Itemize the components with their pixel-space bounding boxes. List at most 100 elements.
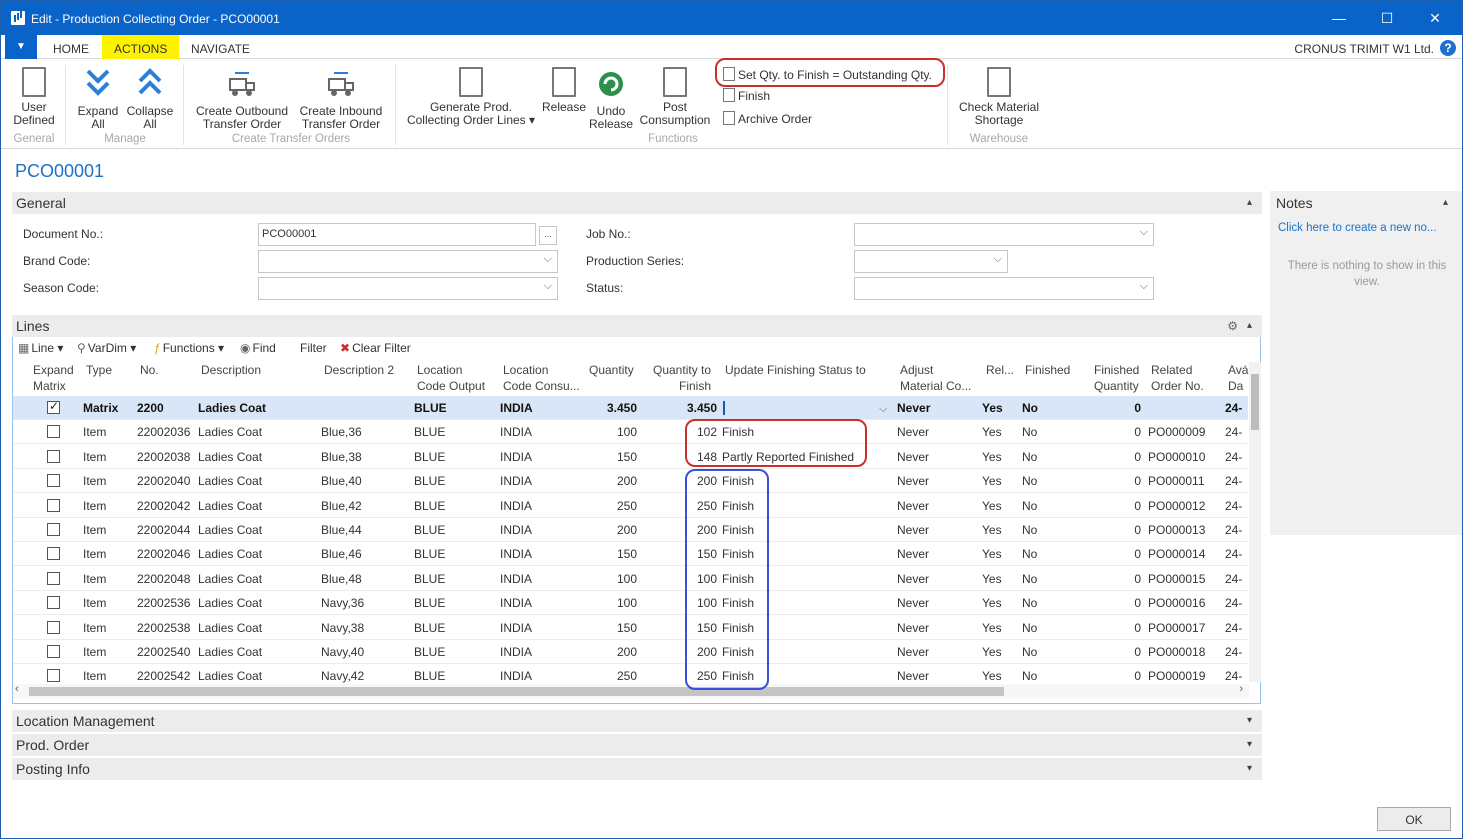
posting-info-fasttab[interactable]: Posting Info ▾ bbox=[12, 758, 1262, 780]
expand-matrix-checkbox[interactable] bbox=[47, 571, 60, 585]
check-material-shortage-button[interactable]: Check Material Shortage bbox=[955, 67, 1043, 127]
expand-matrix-checkbox[interactable] bbox=[47, 425, 60, 439]
table-row[interactable]: Item 22002040 Ladies Coat Blue,40 BLUE INDIA 2… bbox=[13, 469, 1248, 494]
col-finished-quantity[interactable]: Finished Quantity bbox=[1094, 362, 1139, 394]
col-quantity[interactable]: Quantity bbox=[589, 362, 634, 378]
lines-header[interactable]: Lines ⚙ ▴ bbox=[12, 315, 1262, 337]
expand-matrix-checkbox[interactable] bbox=[47, 523, 60, 536]
col-location-consumption[interactable]: Location Code Consu... bbox=[503, 362, 580, 394]
status-field[interactable]: ⌵ bbox=[854, 277, 1154, 300]
col-expand-matrix[interactable]: Expand Matrix bbox=[33, 362, 74, 394]
expand-matrix-checkbox[interactable] bbox=[47, 620, 60, 634]
find-button[interactable]: ◉ Find bbox=[240, 341, 276, 355]
vertical-scrollbar[interactable] bbox=[1249, 362, 1261, 682]
table-row[interactable]: Item 22002036 Ladies Coat Blue,36 BLUE INDIA 1… bbox=[13, 420, 1248, 445]
tab-home[interactable]: HOME bbox=[41, 35, 101, 59]
cell-fin-qty: 0 bbox=[1134, 645, 1141, 659]
season-code-field[interactable]: ⌵ bbox=[258, 277, 558, 300]
create-note-link[interactable]: Click here to create a new no... bbox=[1278, 222, 1437, 234]
table-row[interactable]: Item 22002048 Ladies Coat Blue,48 BLUE INDIA 1… bbox=[13, 567, 1248, 591]
col-update-finishing-status[interactable]: Update Finishing Status to bbox=[725, 362, 866, 378]
table-row[interactable]: Item 22002538 Ladies Coat Navy,38 BLUE INDIA 1… bbox=[13, 616, 1248, 640]
collapse-all-button[interactable]: Collapse All bbox=[125, 67, 175, 131]
chevron-down-icon[interactable]: ⌵ bbox=[879, 396, 887, 420]
cell-desc2 bbox=[321, 396, 401, 420]
prod-order-fasttab[interactable]: Prod. Order ▾ bbox=[12, 734, 1262, 756]
undo-release-button[interactable]: Undo Release bbox=[589, 67, 633, 131]
expand-matrix-checkbox[interactable] bbox=[47, 669, 60, 683]
table-row[interactable]: Item 22002038 Ladies Coat Blue,38 BLUE INDIA 1… bbox=[13, 445, 1248, 469]
minimize-button[interactable]: — bbox=[1329, 9, 1349, 27]
scrollbar-thumb[interactable] bbox=[1251, 374, 1259, 430]
expand-matrix-checkbox[interactable] bbox=[47, 596, 60, 610]
table-row[interactable]: Item 22002540 Ladies Coat Navy,40 BLUE INDIA 2… bbox=[13, 640, 1248, 664]
col-type[interactable]: Type bbox=[86, 362, 112, 378]
expand-icon[interactable]: ▾ bbox=[1247, 710, 1252, 732]
collapse-icon[interactable]: ▴ bbox=[1247, 192, 1252, 214]
col-related-order[interactable]: Related Order No. bbox=[1151, 362, 1204, 394]
user-defined-button[interactable]: User Defined bbox=[11, 67, 57, 127]
job-no-field[interactable]: ⌵ bbox=[854, 223, 1154, 246]
archive-order-button[interactable]: Archive Order bbox=[723, 111, 812, 127]
clear-filter-button[interactable]: ✖ Clear Filter bbox=[340, 341, 411, 355]
gear-icon[interactable]: ⚙ bbox=[1227, 315, 1238, 337]
tab-navigate[interactable]: NAVIGATE bbox=[179, 35, 262, 59]
finish-button[interactable]: Finish bbox=[723, 88, 770, 104]
cell-status[interactable] bbox=[722, 396, 872, 420]
filter-button[interactable]: Filter bbox=[300, 341, 327, 355]
help-icon[interactable]: ? bbox=[1440, 40, 1456, 56]
document-no-field[interactable]: PCO00001 bbox=[258, 223, 536, 246]
expand-matrix-checkbox[interactable] bbox=[47, 474, 60, 488]
release-button[interactable]: Release bbox=[541, 67, 587, 114]
horizontal-scrollbar[interactable]: ‹ › bbox=[13, 683, 1249, 698]
col-no[interactable]: No. bbox=[140, 362, 159, 378]
col-description[interactable]: Description bbox=[201, 362, 261, 378]
expand-matrix-checkbox[interactable] bbox=[47, 399, 60, 414]
company-name[interactable]: CRONUS TRIMIT W1 Ltd. bbox=[1294, 42, 1434, 56]
col-description-2[interactable]: Description 2 bbox=[324, 362, 394, 378]
generate-lines-label-1: Generate Prod. bbox=[429, 100, 513, 114]
create-inbound-transfer-button[interactable]: Create Inbound Transfer Order bbox=[297, 67, 385, 131]
table-row[interactable]: Matrix 2200 Ladies Coat BLUE INDIA 3.450 3.450… bbox=[13, 396, 1248, 420]
col-location-output[interactable]: Location Code Output bbox=[417, 362, 485, 394]
scroll-left-icon[interactable]: ‹ bbox=[15, 683, 19, 695]
brand-code-field[interactable]: ⌵ bbox=[258, 250, 558, 273]
maximize-button[interactable]: ☐ bbox=[1377, 9, 1397, 27]
expand-matrix-checkbox[interactable] bbox=[47, 547, 60, 561]
table-row[interactable]: Item 22002042 Ladies Coat Blue,42 BLUE INDIA 2… bbox=[13, 494, 1248, 518]
general-header[interactable]: General ▴ bbox=[12, 192, 1262, 214]
vardim-menu-button[interactable]: ⚲ VarDim ▾ bbox=[77, 341, 136, 355]
collapse-icon[interactable]: ▴ bbox=[1247, 315, 1252, 337]
create-outbound-transfer-button[interactable]: Create Outbound Transfer Order bbox=[193, 67, 291, 131]
scroll-right-icon[interactable]: › bbox=[1239, 683, 1243, 695]
create-inbound-label-2: Transfer Order bbox=[301, 117, 381, 131]
expand-icon[interactable]: ▾ bbox=[1247, 734, 1252, 756]
tab-actions[interactable]: ACTIONS bbox=[102, 35, 180, 59]
expand-matrix-checkbox[interactable] bbox=[47, 449, 60, 463]
assist-button[interactable]: ... bbox=[539, 226, 557, 245]
expand-icon[interactable]: ▾ bbox=[1247, 758, 1252, 780]
ok-button[interactable]: OK bbox=[1377, 807, 1451, 831]
expand-matrix-checkbox[interactable] bbox=[47, 498, 60, 512]
col-quantity-to-finish[interactable]: Quantity to Finish bbox=[653, 362, 711, 394]
close-button[interactable]: ✕ bbox=[1425, 9, 1445, 27]
scrollbar-thumb[interactable] bbox=[29, 687, 1004, 696]
generate-lines-button[interactable]: Generate Prod. Collecting Order Lines ▾ bbox=[405, 67, 537, 127]
table-row[interactable]: Item 22002044 Ladies Coat Blue,44 BLUE INDIA 2… bbox=[13, 518, 1248, 542]
col-released[interactable]: Rel... bbox=[986, 362, 1014, 378]
production-series-field[interactable]: ⌵ bbox=[854, 250, 1008, 273]
table-row[interactable]: Item 22002046 Ladies Coat Blue,46 BLUE INDIA 1… bbox=[13, 542, 1248, 567]
line-menu-button[interactable]: ▦ Line ▾ bbox=[18, 341, 63, 355]
col-availability[interactable]: Avá Da bbox=[1228, 362, 1248, 394]
cell-qty-finish[interactable]: 3.450 bbox=[653, 396, 717, 420]
collapse-icon[interactable]: ▴ bbox=[1443, 197, 1448, 208]
post-consumption-button[interactable]: Post Consumption bbox=[637, 67, 713, 127]
menu-dropdown-button[interactable]: ▼ bbox=[5, 35, 37, 59]
col-finished[interactable]: Finished bbox=[1025, 362, 1070, 378]
table-row[interactable]: Item 22002536 Ladies Coat Navy,36 BLUE INDIA 1… bbox=[13, 591, 1248, 616]
location-management-fasttab[interactable]: Location Management ▾ bbox=[12, 710, 1262, 732]
col-adjust-material[interactable]: Adjust Material Co... bbox=[900, 362, 971, 394]
expand-matrix-checkbox[interactable] bbox=[47, 645, 60, 658]
expand-all-button[interactable]: Expand All bbox=[75, 67, 121, 131]
functions-menu-button[interactable]: ƒ Functions ▾ bbox=[154, 341, 224, 355]
